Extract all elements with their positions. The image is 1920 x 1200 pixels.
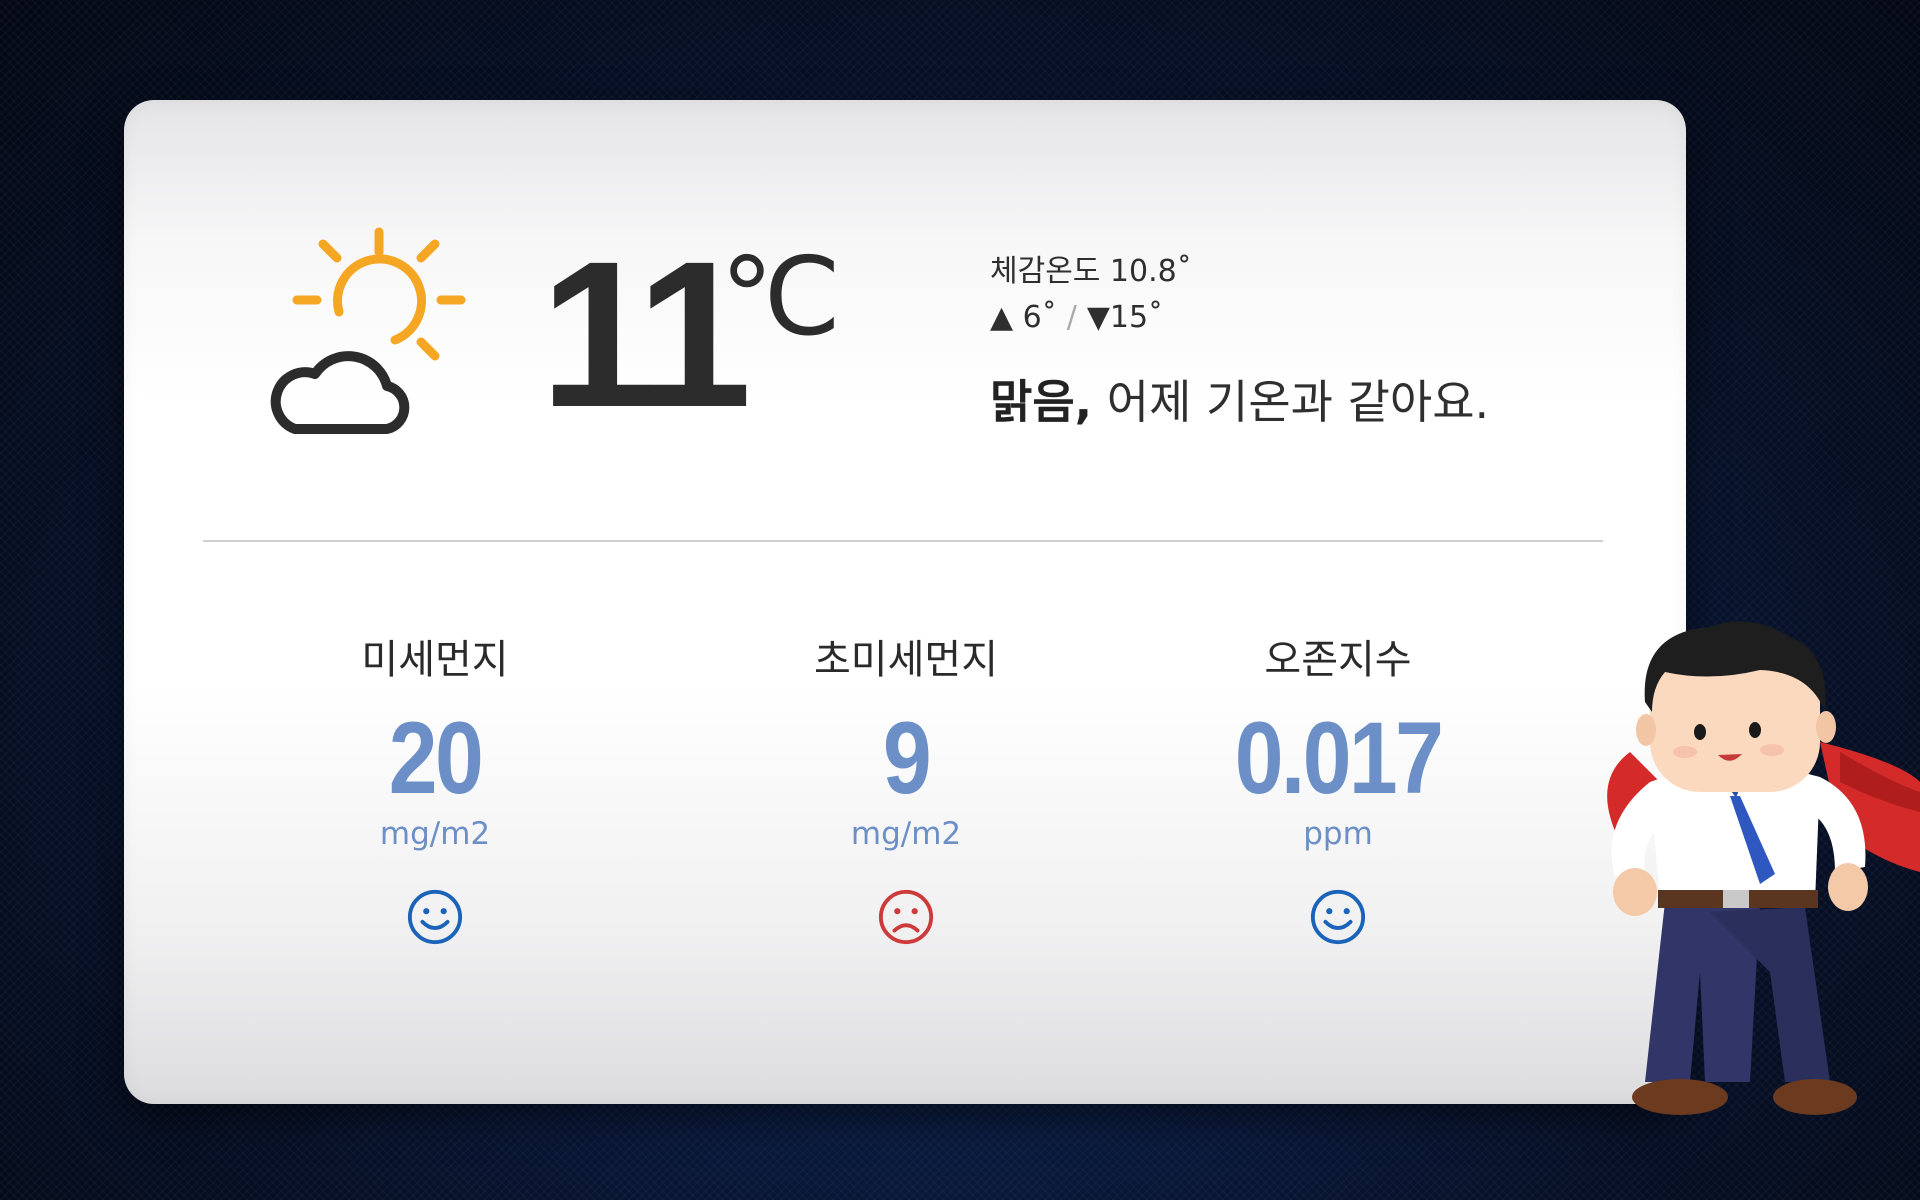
weather-comparison: 어제 기온과 같아요. — [1092, 375, 1490, 429]
weather-summary: 맑음, 어제 기온과 같아요. — [990, 374, 1630, 430]
metric-title: 미세먼지 — [361, 637, 509, 683]
businessman-mascot-icon — [1607, 621, 1920, 1115]
metric-value: 20 — [388, 701, 484, 815]
smile-face-icon — [407, 889, 463, 945]
temperature-unit: ℃ — [720, 235, 842, 360]
min-max-separator: / — [1066, 300, 1077, 335]
low-temperature: ▲ 6˚ — [990, 300, 1057, 335]
metric-ultrafine-dust: 초미세먼지 9 mg/m2 — [746, 632, 1066, 946]
metric-unit: ppm — [1303, 816, 1373, 852]
weather-info: 체감온도 10.8˚ ▲ 6˚ / ▼15˚ 맑음, 어제 기온과 같아요. — [990, 252, 1630, 430]
min-max-temperature: ▲ 6˚ / ▼15˚ — [990, 298, 1630, 338]
metric-title: 오존지수 — [1264, 637, 1412, 683]
metric-title: 초미세먼지 — [814, 637, 998, 683]
metric-value: 0.017 — [1234, 701, 1444, 815]
high-temperature: ▼15˚ — [1086, 300, 1164, 335]
sad-face-icon — [878, 889, 934, 945]
partly-cloudy-sun-icon — [270, 227, 466, 434]
smile-face-icon — [1310, 889, 1366, 945]
feels-like-temperature: 체감온도 10.8˚ — [990, 254, 1192, 289]
metric-unit: mg/m2 — [850, 816, 962, 852]
metric-value: 9 — [882, 701, 932, 815]
metric-fine-dust: 미세먼지 20 mg/m2 — [275, 632, 595, 946]
temperature-value: 11 — [540, 219, 752, 451]
metric-ozone: 오존지수 0.017 ppm — [1178, 632, 1498, 946]
card-divider — [203, 540, 1603, 542]
metric-unit: mg/m2 — [379, 816, 491, 852]
weather-condition: 맑음, — [990, 375, 1093, 429]
